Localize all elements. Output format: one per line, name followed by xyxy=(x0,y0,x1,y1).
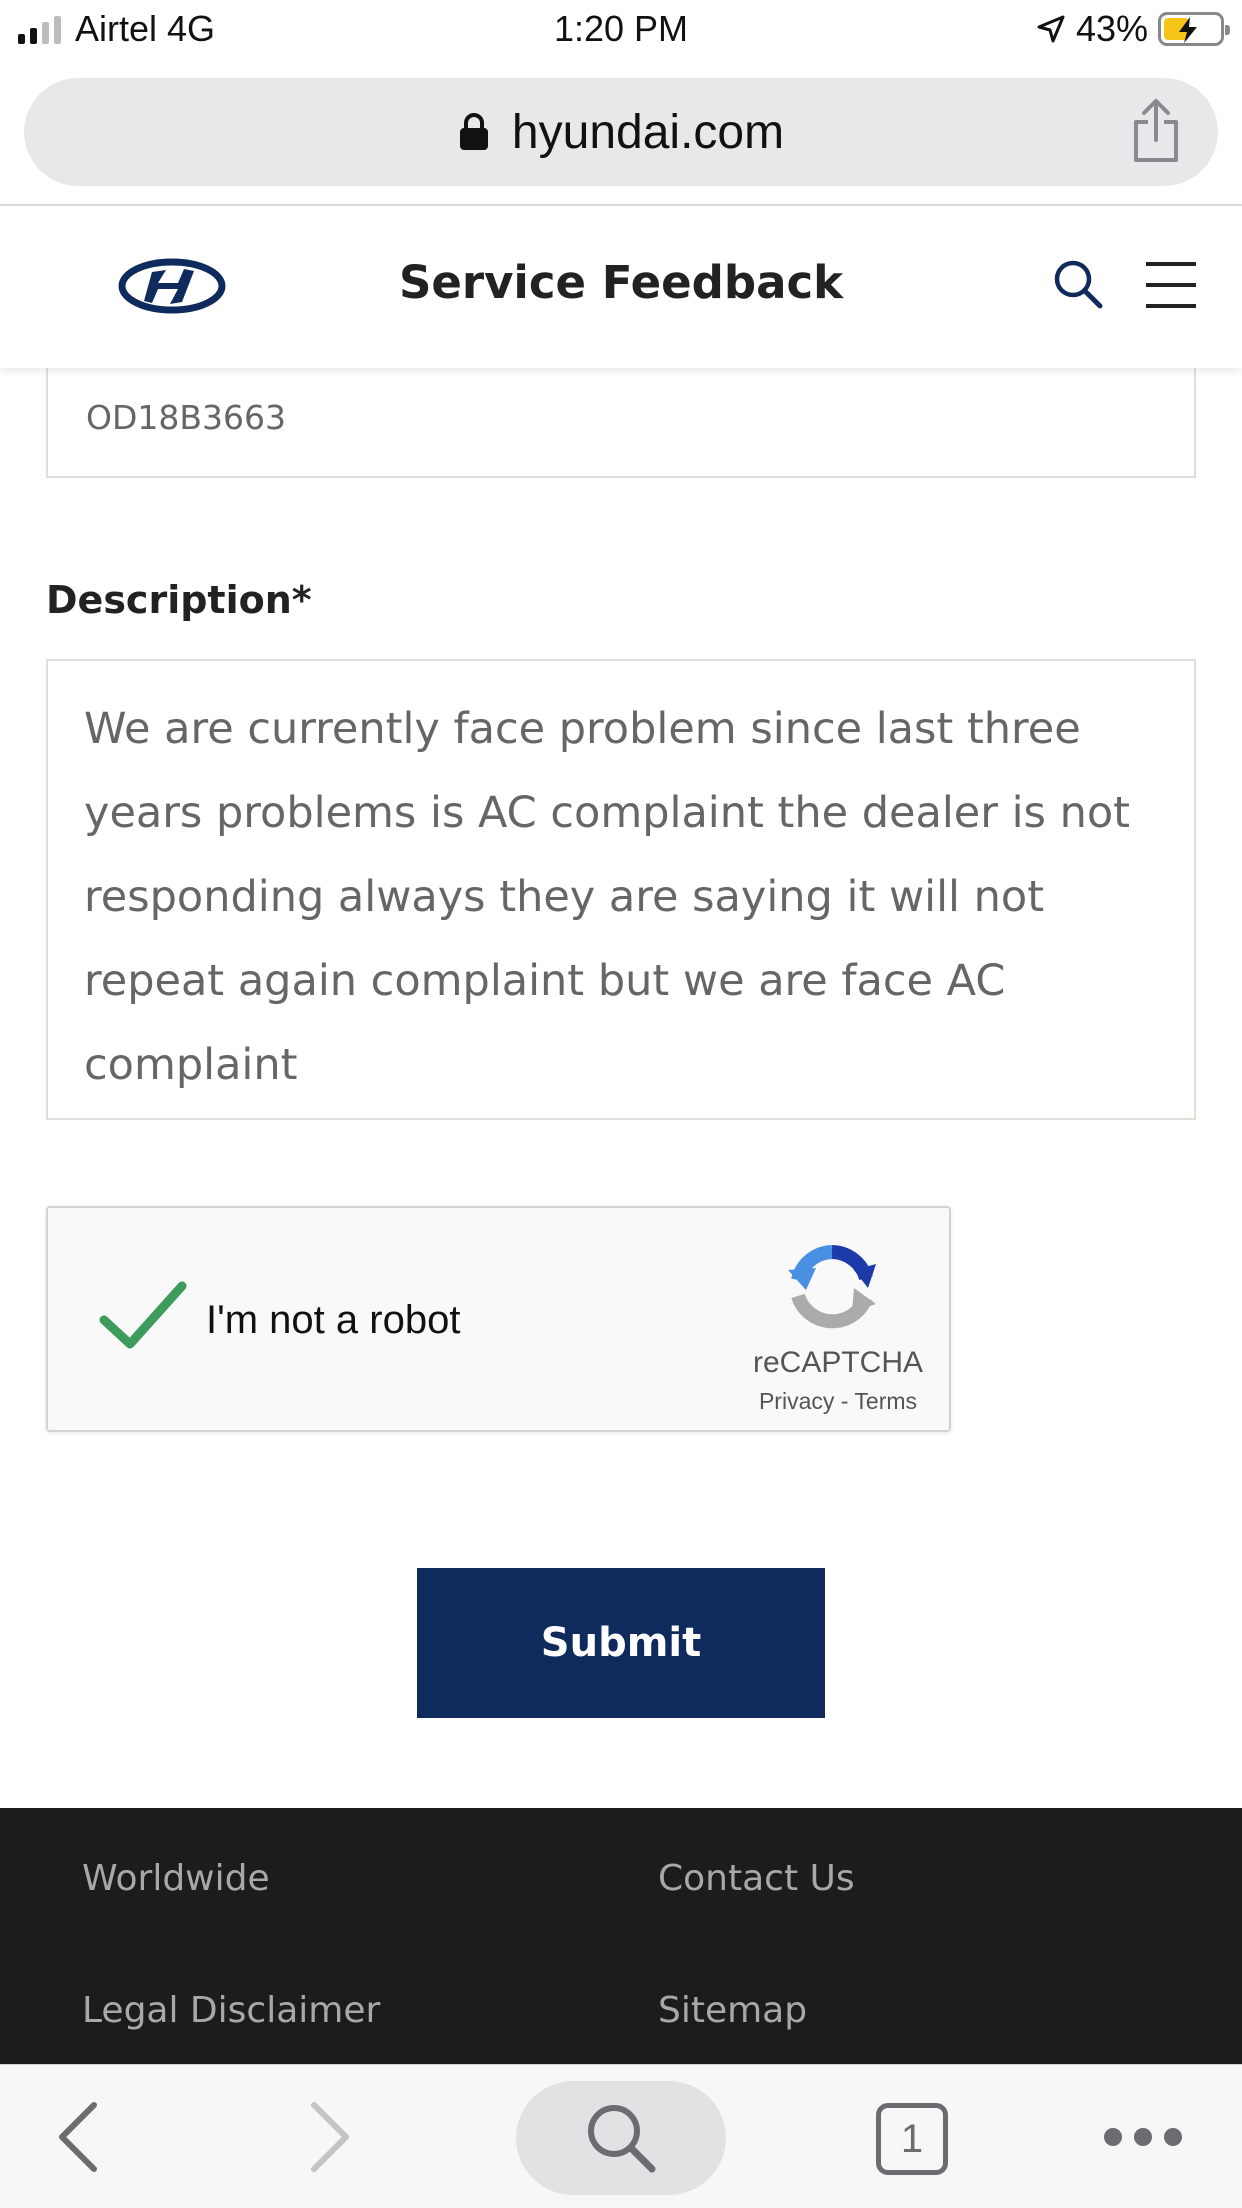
recaptcha-checkmark-icon[interactable] xyxy=(98,1278,188,1354)
status-bar: Airtel 4G 1:20 PM 43% xyxy=(0,0,1242,60)
submit-button[interactable]: Submit xyxy=(417,1568,825,1718)
address-bar[interactable]: hyundai.com xyxy=(24,78,1218,186)
site-footer: Worldwide Contact Us Legal Disclaimer Si… xyxy=(0,1808,1242,2068)
lock-icon xyxy=(459,113,488,150)
battery-icon xyxy=(1158,12,1230,46)
recaptcha-brand: reCAPTCHA xyxy=(752,1346,924,1379)
recaptcha-widget: I'm not a robot reCAPTCHA Privacy - Term… xyxy=(46,1206,951,1432)
recaptcha-links: Privacy - Terms xyxy=(738,1388,938,1415)
description-text: We are currently face problem since last… xyxy=(84,704,1131,1090)
tabs-icon[interactable]: 1 xyxy=(876,2103,948,2175)
recaptcha-links-separator: - xyxy=(834,1388,855,1414)
back-icon[interactable] xyxy=(56,2101,100,2173)
url-text: hyundai.com xyxy=(511,105,785,159)
footer-link-sitemap[interactable]: Sitemap xyxy=(658,1990,807,2031)
footer-link-legal-disclaimer[interactable]: Legal Disclaimer xyxy=(82,1990,380,2031)
footer-link-contact-us[interactable]: Contact Us xyxy=(658,1858,855,1899)
footer-link-worldwide[interactable]: Worldwide xyxy=(82,1858,270,1899)
recaptcha-privacy-link[interactable]: Privacy xyxy=(759,1388,834,1414)
share-icon[interactable] xyxy=(1130,98,1182,164)
toolbar-search-icon xyxy=(588,2105,656,2173)
registration-number-value: OD18B3663 xyxy=(86,398,286,437)
recaptcha-label: I'm not a robot xyxy=(206,1298,461,1342)
location-arrow-icon xyxy=(1037,15,1065,43)
menu-icon[interactable] xyxy=(1146,262,1196,310)
recaptcha-logo-icon xyxy=(788,1245,876,1329)
battery-percent: 43% xyxy=(1075,8,1148,49)
toolbar-search-button[interactable] xyxy=(516,2081,726,2195)
recaptcha-terms-link[interactable]: Terms xyxy=(854,1388,917,1414)
more-icon[interactable] xyxy=(1102,2125,1184,2149)
site-header: Service Feedback xyxy=(0,206,1242,368)
browser-toolbar: 1 xyxy=(0,2064,1242,2208)
status-right: 43% xyxy=(1036,8,1230,50)
forward-icon[interactable] xyxy=(308,2101,352,2173)
description-label: Description* xyxy=(46,578,312,622)
description-textarea[interactable]: We are currently face problem since last… xyxy=(46,659,1196,1120)
tab-count: 1 xyxy=(900,2117,924,2161)
search-icon[interactable] xyxy=(1052,258,1104,310)
